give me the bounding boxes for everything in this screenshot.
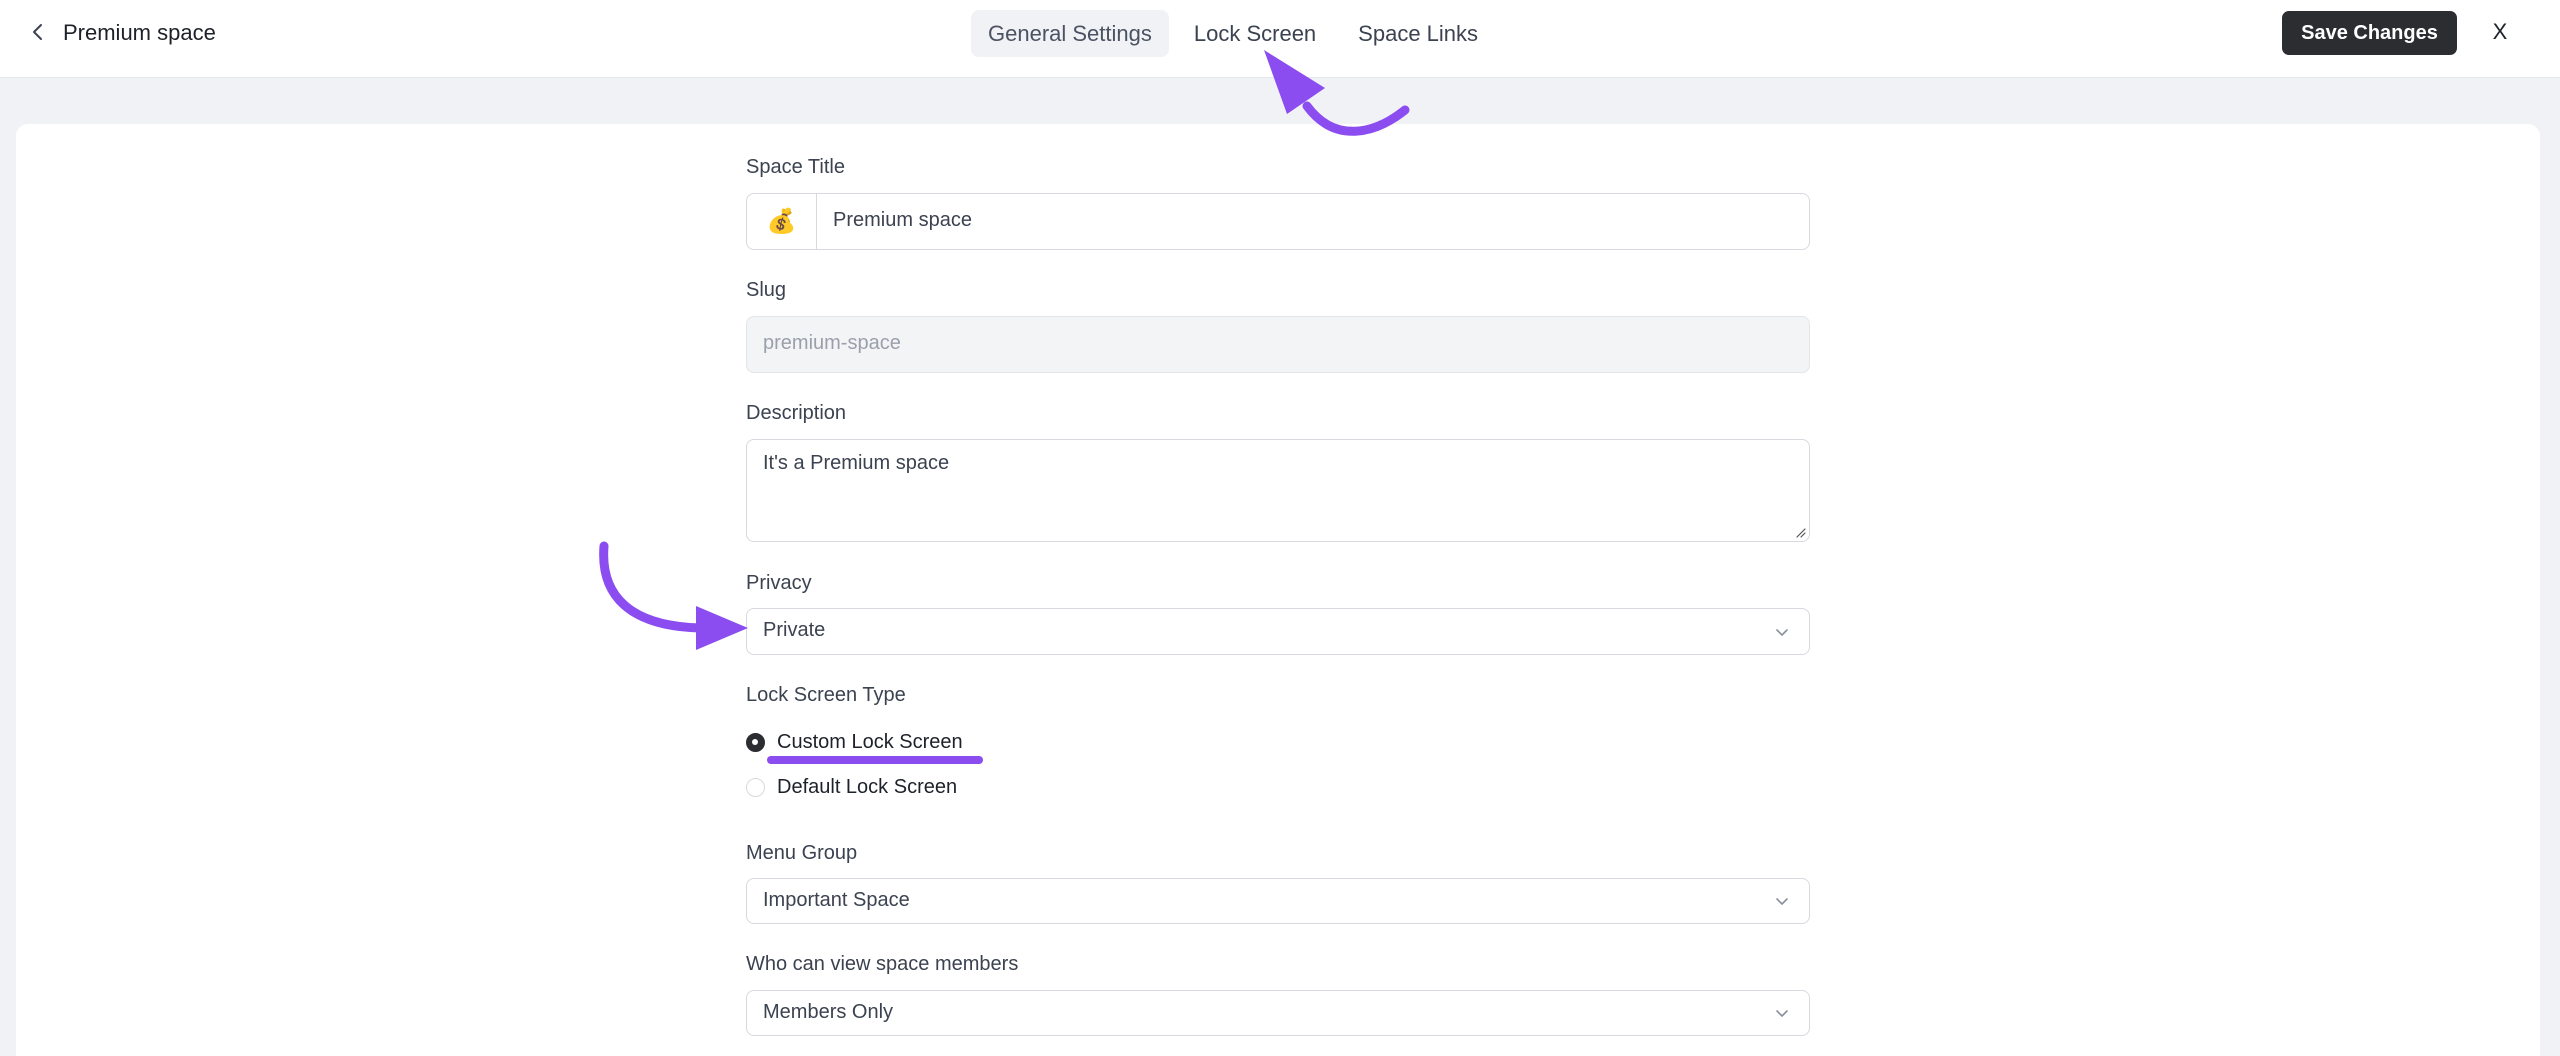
- tab-space-links[interactable]: Space Links: [1341, 10, 1495, 57]
- privacy-label: Privacy: [746, 572, 812, 594]
- chevron-down-icon: [1776, 1010, 1788, 1017]
- close-button[interactable]: X: [2490, 15, 2510, 49]
- slug-label: Slug: [746, 279, 787, 301]
- menu-group-label: Menu Group: [746, 842, 858, 864]
- space-title-label: Space Title: [746, 156, 845, 178]
- slug-field: premium-space: [746, 316, 1810, 373]
- radio-default-lock-screen[interactable]: Default Lock Screen: [746, 776, 957, 799]
- back-button[interactable]: [26, 20, 50, 44]
- resize-handle-icon[interactable]: [1794, 526, 1806, 538]
- chevron-down-icon: [1776, 628, 1788, 636]
- description-textarea[interactable]: It's a Premium space: [746, 439, 1810, 542]
- privacy-select[interactable]: Private: [746, 608, 1810, 655]
- radio-button[interactable]: [746, 778, 765, 797]
- save-changes-button[interactable]: Save Changes: [2282, 11, 2457, 55]
- description-label: Description: [746, 402, 847, 424]
- tab-general-settings[interactable]: General Settings: [971, 10, 1169, 57]
- radio-custom-lock-screen[interactable]: Custom Lock Screen: [746, 731, 963, 754]
- top-bar: Premium space General Settings Lock Scre…: [0, 0, 2560, 78]
- chevron-down-icon: [1776, 898, 1788, 905]
- space-title-input[interactable]: Premium space: [833, 209, 972, 232]
- tab-bar: General Settings Lock Screen Space Links: [971, 10, 1495, 57]
- member-visibility-value: Members Only: [763, 1001, 894, 1023]
- lock-screen-type-label: Lock Screen Type: [746, 684, 906, 706]
- radio-label: Custom Lock Screen: [777, 731, 963, 753]
- menu-group-value: Important Space: [763, 889, 910, 911]
- radio-button[interactable]: [746, 733, 765, 752]
- radio-label: Default Lock Screen: [777, 776, 958, 798]
- privacy-value: Private: [763, 619, 826, 641]
- page-title: Premium space: [63, 20, 216, 45]
- description-text: It's a Premium space: [763, 452, 950, 474]
- emoji-picker-button[interactable]: 💰: [747, 194, 817, 249]
- space-title-field[interactable]: 💰 Premium space: [746, 193, 1810, 250]
- money-bag-emoji: 💰: [766, 207, 797, 235]
- slug-input: premium-space: [763, 332, 901, 354]
- menu-group-select[interactable]: Important Space: [746, 878, 1810, 924]
- chevron-left-icon: [33, 24, 42, 40]
- member-visibility-select[interactable]: Members Only: [746, 990, 1810, 1036]
- tab-lock-screen[interactable]: Lock Screen: [1177, 10, 1333, 57]
- member-visibility-label: Who can view space members: [746, 953, 1019, 975]
